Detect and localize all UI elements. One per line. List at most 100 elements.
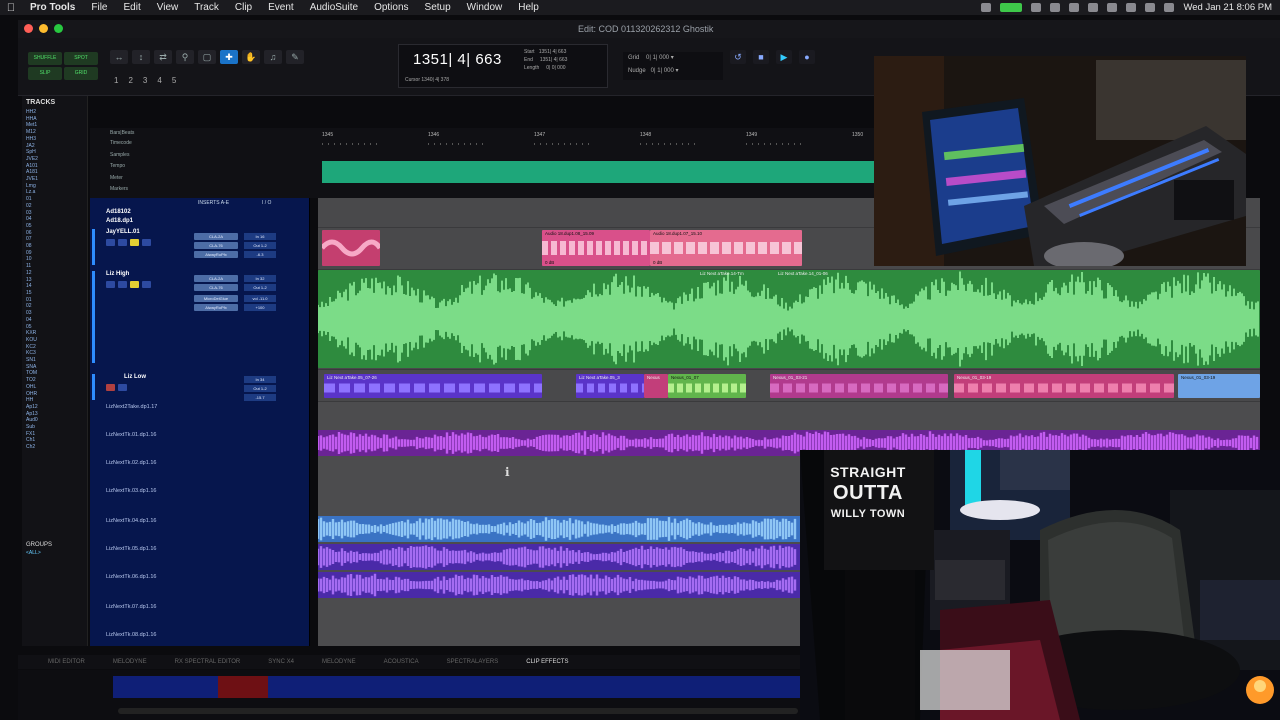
sidebar-track-item[interactable]: FX1	[26, 431, 87, 438]
ruler-markers[interactable]: Markers	[110, 186, 128, 192]
zoom-preset-3[interactable]: 3	[143, 76, 147, 85]
tray-icon[interactable]	[1050, 3, 1061, 12]
tempo-ruler-strip[interactable]	[322, 161, 874, 183]
input-selector[interactable]: In 32	[244, 275, 276, 282]
tray-icon[interactable]	[981, 3, 992, 12]
zoom-out-icon[interactable]: ↔	[110, 50, 128, 64]
close-window-button[interactable]	[24, 24, 33, 33]
recording-indicator-icon[interactable]	[1000, 3, 1023, 12]
ruler-meter[interactable]: Meter	[110, 175, 123, 181]
sidebar-track-item[interactable]: Ap12	[26, 404, 87, 411]
tab-rx-spectral[interactable]: RX SPECTRAL EDITOR	[175, 659, 241, 665]
track-name[interactable]: Liz High	[106, 271, 129, 277]
insert-slot[interactable]: CLA-2A	[194, 275, 238, 282]
ruler-samples[interactable]: Samples	[110, 152, 129, 158]
mute-button[interactable]	[142, 281, 151, 288]
audio-clip[interactable]: Liz Next aTake.05_3	[576, 374, 644, 398]
volume-readout[interactable]: vol -11.0	[244, 295, 276, 302]
output-selector[interactable]: Out 1-2	[244, 284, 276, 291]
volume-icon[interactable]	[1069, 3, 1080, 12]
output-selector[interactable]: Out 1-2	[244, 385, 276, 392]
sidebar-track-item[interactable]: KC3	[26, 350, 87, 357]
mode-grid-button[interactable]: GRID	[64, 67, 98, 80]
sidebar-track-item[interactable]: 15	[26, 290, 87, 297]
track-name[interactable]: LizNextTk.07.dp1.16	[106, 604, 156, 610]
sidebar-track-item[interactable]: Ch2	[26, 444, 87, 451]
sidebar-track-item[interactable]: 03	[26, 310, 87, 317]
track-name[interactable]: Ad18102	[106, 209, 131, 215]
tray-icon[interactable]	[1088, 3, 1099, 12]
sidebar-track-item[interactable]: 11	[26, 263, 87, 270]
tab-melodyne[interactable]: MELODYNE	[113, 659, 147, 665]
menu-window[interactable]: Window	[459, 2, 511, 13]
sidebar-track-item[interactable]: OHL	[26, 384, 87, 391]
zoom-preset-4[interactable]: 4	[157, 76, 161, 85]
tab-melodyne-2[interactable]: MELODYNE	[322, 659, 356, 665]
loop-icon[interactable]: ↺	[730, 50, 746, 64]
sidebar-track-item[interactable]: 02	[26, 203, 87, 210]
play-icon[interactable]: ▶	[776, 50, 792, 64]
sidebar-track-item[interactable]: A181	[26, 169, 87, 176]
sidebar-track-item[interactable]: 10	[26, 256, 87, 263]
menu-clip[interactable]: Clip	[227, 2, 260, 13]
grid-nudge-settings[interactable]: Grid 0| 1| 000 ▾ Nudge 0| 1| 000 ▾	[623, 52, 723, 80]
track-name[interactable]: LizNextTk.02.dp1.16	[106, 460, 156, 466]
track-name[interactable]: LizNextTk.08.dp1.16	[106, 632, 156, 638]
track-name[interactable]: LizNextTk.03.dp1.16	[106, 488, 156, 494]
sidebar-track-item[interactable]: OHR	[26, 391, 87, 398]
bluetooth-icon[interactable]	[1107, 3, 1118, 12]
sidebar-track-item[interactable]: 07	[26, 236, 87, 243]
audio-clip[interactable]: Audio 18.dup1.07_15.10 0 dB	[650, 230, 802, 266]
insert-slot[interactable]: AlwayRoPfx	[194, 251, 238, 258]
sidebar-track-item[interactable]: 12	[26, 270, 87, 277]
group-all[interactable]: <ALL>	[26, 550, 88, 556]
mode-spot-button[interactable]: SPOT	[64, 52, 98, 65]
sidebar-track-item[interactable]: TOM	[26, 370, 87, 377]
menu-event[interactable]: Event	[260, 2, 302, 13]
menubar-clock[interactable]: Wed Jan 21 8:06 PM	[1183, 2, 1272, 13]
sidebar-track-item[interactable]: JVE1	[26, 176, 87, 183]
trim-tool-icon[interactable]: ▢	[198, 50, 216, 64]
wifi-icon[interactable]	[1126, 3, 1137, 12]
track-name[interactable]: LizNextTk.04.dp1.16	[106, 518, 156, 524]
main-counter[interactable]: 1351| 4| 663 Start 1351| 4| 663 End 1351…	[398, 44, 608, 88]
volume-readout[interactable]: -6.3	[244, 251, 276, 258]
tray-icon[interactable]	[1031, 3, 1042, 12]
sidebar-track-item[interactable]: KXR	[26, 330, 87, 337]
sidebar-track-item[interactable]: 14	[26, 283, 87, 290]
mode-shuffle-button[interactable]: SHUFFLE	[28, 52, 62, 65]
input-monitor-button[interactable]	[118, 281, 127, 288]
groups-header[interactable]: GROUPS	[26, 542, 52, 548]
menu-app[interactable]: Pro Tools	[22, 2, 83, 13]
audio-clip[interactable]: Nexus_01_03-19	[1178, 374, 1260, 398]
sidebar-track-item[interactable]: 03	[26, 210, 87, 217]
sidebar-track-item[interactable]: 04	[26, 317, 87, 324]
insert-slot[interactable]: AlwayRoPfx	[194, 304, 238, 311]
sidebar-track-item[interactable]: Lmg	[26, 183, 87, 190]
insert-slot[interactable]: CLA-2A	[194, 233, 238, 240]
overview-viewport[interactable]	[218, 676, 268, 698]
sidebar-track-item[interactable]: Met1	[26, 122, 87, 129]
tab-midi-editor[interactable]: MIDI EDITOR	[48, 659, 85, 665]
audio-clip[interactable]: Nexus_01_07	[668, 374, 746, 398]
sidebar-track-item[interactable]: 08	[26, 243, 87, 250]
smart-tool-icon[interactable]: ✚	[220, 50, 238, 64]
zoom-preset-2[interactable]: 2	[128, 76, 132, 85]
output-selector[interactable]: Out 1-2	[244, 242, 276, 249]
sidebar-track-item[interactable]: M12	[26, 129, 87, 136]
sidebar-track-item[interactable]: 05	[26, 223, 87, 230]
control-center-icon[interactable]	[1164, 3, 1175, 12]
mute-button[interactable]	[142, 239, 151, 246]
tab-spectralayers[interactable]: SPECTRALAYERS	[447, 659, 499, 665]
tracks-header[interactable]: TRACKS	[22, 96, 87, 109]
minimize-window-button[interactable]	[39, 24, 48, 33]
sidebar-track-item[interactable]: Ch1	[26, 437, 87, 444]
volume-readout[interactable]: -15.7	[244, 394, 276, 401]
magnify-icon[interactable]: ⚲	[176, 50, 194, 64]
tab-acoustica[interactable]: ACOUSTICA	[384, 659, 419, 665]
input-monitor-button[interactable]	[118, 384, 127, 391]
horizontal-scrollbar[interactable]	[118, 708, 798, 714]
sidebar-track-item[interactable]: SNA	[26, 364, 87, 371]
input-monitor-button[interactable]	[118, 239, 127, 246]
sidebar-track-item[interactable]: 09	[26, 250, 87, 257]
